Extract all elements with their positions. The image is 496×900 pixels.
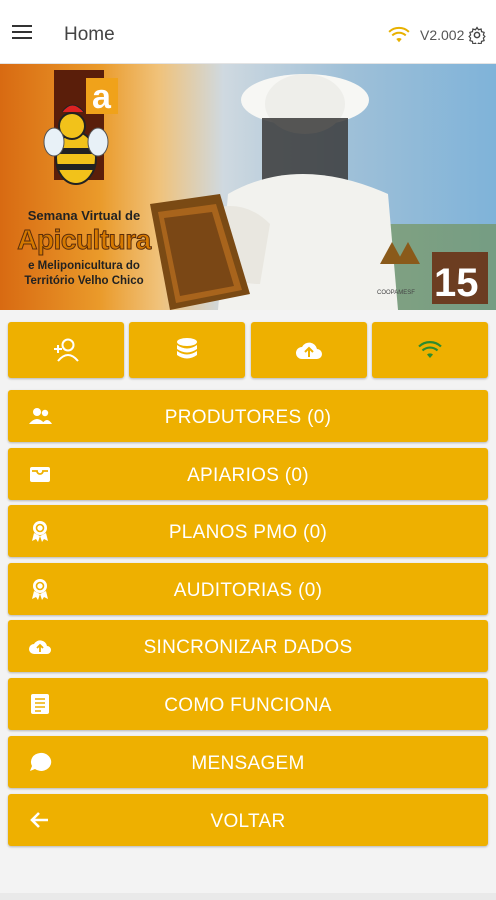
banner-line-4: Território Velho Chico [24, 275, 144, 287]
bottom-divider [0, 893, 496, 900]
database-icon [177, 338, 197, 359]
menu-label: PLANOS PMO (0) [168, 522, 328, 543]
menu-label: MENSAGEM [191, 753, 305, 774]
banner-illustration: a 15 [43, 70, 496, 310]
producers-button[interactable]: PRODUTORES (0) [8, 390, 488, 442]
how-it-works-button[interactable]: COMO FUNCIONA [8, 678, 488, 730]
audits-button[interactable]: AUDITORIAS (0) [8, 563, 488, 615]
upload-button[interactable] [251, 322, 367, 378]
menu-label: APIARIOS (0) [187, 465, 309, 486]
menu-label: COMO FUNCIONA [164, 695, 332, 716]
banner-line-1: Semana Virtual de [27, 208, 141, 223]
menu-label: PRODUTORES (0) [164, 407, 332, 428]
back-button[interactable]: VOLTAR [8, 794, 488, 846]
cloud-upload-icon [296, 342, 322, 359]
version-label: V2.002 [420, 27, 465, 43]
wifi-icon [418, 341, 442, 358]
menu-label: AUDITORIAS (0) [173, 580, 323, 601]
message-button[interactable]: MENSAGEM [8, 736, 488, 788]
connection-button[interactable] [372, 322, 488, 378]
event-banner: a 15 Semana Virtual de Apicultura e Meli… [0, 64, 496, 310]
org-badge: 15 [434, 261, 479, 305]
sync-data-button[interactable]: SINCRONIZAR DADOS [8, 620, 488, 672]
page-title: Home [64, 24, 115, 45]
wifi-icon[interactable] [388, 26, 410, 44]
app-bar: Home V2.002 [0, 0, 496, 64]
menu-label: SINCRONIZAR DADOS [143, 637, 353, 658]
menu-label: VOLTAR [210, 811, 286, 832]
logo-letter: a [92, 78, 112, 116]
menu-icon[interactable] [12, 25, 32, 41]
add-producer-button[interactable] [8, 322, 124, 378]
add-person-icon [54, 338, 79, 362]
apiaries-button[interactable]: APIARIOS (0) [8, 448, 488, 500]
org-name: COOPAMESF [377, 290, 415, 296]
gear-icon[interactable] [468, 26, 486, 44]
banner-line-2: Apicultura [17, 224, 152, 256]
pmo-plans-button[interactable]: PLANOS PMO (0) [8, 505, 488, 557]
banner-line-3: e Meliponicultura do [28, 260, 140, 272]
database-button[interactable] [129, 322, 245, 378]
